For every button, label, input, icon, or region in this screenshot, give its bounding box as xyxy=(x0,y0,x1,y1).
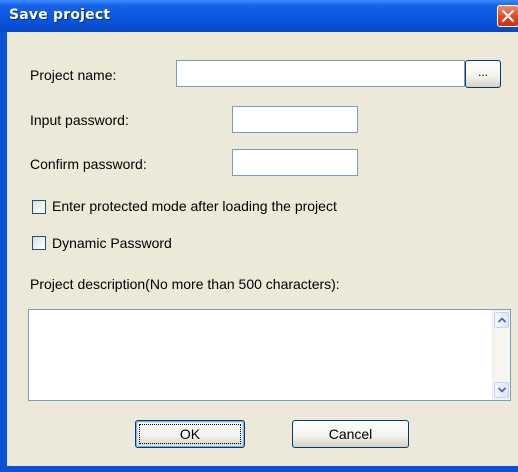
project-description-textarea[interactable] xyxy=(28,309,511,401)
protected-mode-label[interactable]: Enter protected mode after loading the p… xyxy=(52,198,337,214)
dialog-title: Save project xyxy=(9,7,111,23)
scroll-down-button[interactable] xyxy=(494,382,509,398)
title-bar[interactable]: Save project xyxy=(0,0,518,32)
project-name-input[interactable] xyxy=(176,60,465,87)
dynamic-password-checkbox[interactable] xyxy=(32,236,46,250)
save-project-dialog: Save project Project name: ... Input pas… xyxy=(0,0,518,472)
input-password-field[interactable] xyxy=(232,106,358,133)
close-button[interactable] xyxy=(497,5,518,27)
dialog-body: Project name: ... Input password: Confir… xyxy=(7,32,518,472)
close-x-icon xyxy=(502,10,514,22)
description-scrollbar[interactable] xyxy=(492,310,510,400)
scroll-up-button[interactable] xyxy=(494,312,509,328)
focus-ring xyxy=(139,424,241,444)
cancel-button[interactable]: Cancel xyxy=(292,420,409,448)
input-password-label: Input password: xyxy=(30,112,129,128)
dynamic-password-label[interactable]: Dynamic Password xyxy=(52,235,172,251)
chevron-up-icon xyxy=(498,317,506,323)
confirm-password-label: Confirm password: xyxy=(30,156,147,172)
chevron-down-icon xyxy=(498,387,506,393)
ok-button[interactable]: OK xyxy=(135,420,245,448)
cancel-button-label: Cancel xyxy=(328,426,373,442)
project-name-label: Project name: xyxy=(30,67,117,83)
browse-button[interactable]: ... xyxy=(465,60,501,88)
protected-mode-checkbox[interactable] xyxy=(32,200,46,214)
window-bottom-border xyxy=(0,466,518,472)
confirm-password-field[interactable] xyxy=(232,149,358,176)
project-description-label: Project description(No more than 500 cha… xyxy=(30,276,340,292)
